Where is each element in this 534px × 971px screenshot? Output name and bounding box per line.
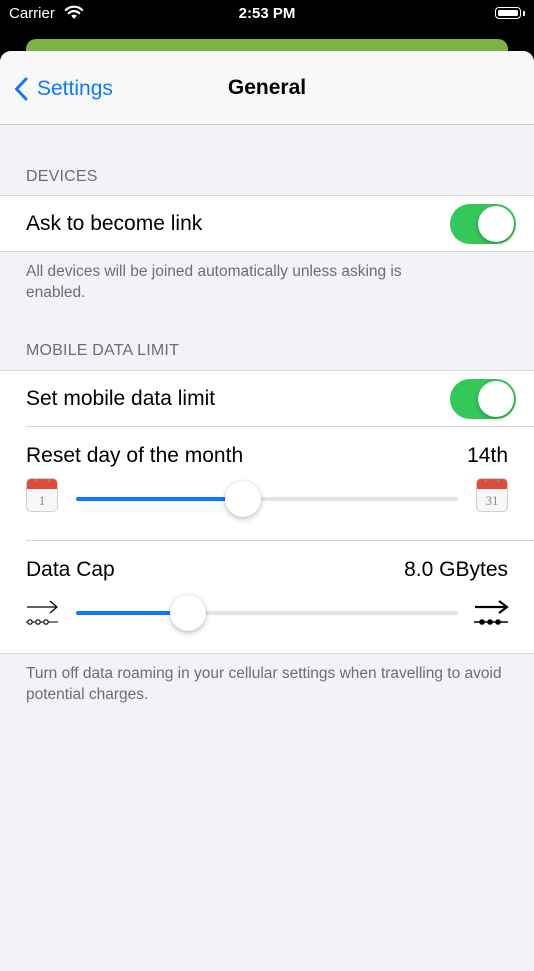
reset-day-row: Reset day of the month 14th 1 31 bbox=[0, 427, 534, 540]
navigation-bar: Settings General bbox=[0, 51, 534, 125]
settings-sheet: Settings General DEVICES Ask to become l… bbox=[0, 51, 534, 971]
mobile-data-footer: Turn off data roaming in your cellular s… bbox=[26, 665, 502, 703]
calendar-end-icon: 31 bbox=[477, 479, 507, 511]
range-min-icon bbox=[26, 600, 58, 625]
reset-day-label: Reset day of the month bbox=[26, 444, 244, 467]
page-title: General bbox=[227, 76, 307, 99]
reset-day-value: 14th bbox=[467, 444, 508, 467]
ask-link-row: Ask to become link bbox=[0, 196, 534, 251]
reset-day-slider-thumb[interactable] bbox=[224, 481, 261, 517]
reset-day-slider-fill bbox=[76, 497, 243, 501]
devices-group: Ask to become link bbox=[0, 195, 534, 252]
data-cap-slider-thumb[interactable] bbox=[169, 595, 206, 631]
clock: 2:53 PM bbox=[238, 5, 296, 22]
reset-day-slider[interactable] bbox=[76, 481, 458, 517]
status-bar: Carrier 2:53 PM bbox=[0, 0, 534, 30]
data-cap-label: Data Cap bbox=[26, 558, 115, 581]
ask-link-label: Ask to become link bbox=[26, 212, 203, 235]
data-cap-row: Data Cap 8.0 GBytes bbox=[0, 541, 534, 653]
set-limit-label: Set mobile data limit bbox=[26, 387, 216, 410]
battery-icon bbox=[495, 7, 521, 19]
mobile-data-section-header: MOBILE DATA LIMIT bbox=[26, 342, 180, 359]
ask-link-toggle[interactable] bbox=[450, 204, 516, 244]
data-cap-value: 8.0 GBytes bbox=[404, 558, 508, 581]
set-limit-row: Set mobile data limit bbox=[0, 371, 534, 426]
range-max-icon bbox=[474, 600, 509, 625]
battery-cap bbox=[523, 11, 525, 16]
calendar-start-icon: 1 bbox=[27, 479, 57, 511]
set-limit-toggle[interactable] bbox=[450, 379, 516, 419]
devices-footer: All devices will be joined automatically… bbox=[26, 263, 402, 301]
data-cap-slider[interactable] bbox=[76, 595, 458, 631]
devices-section-header: DEVICES bbox=[26, 168, 98, 185]
mobile-data-group: Set mobile data limit Reset day of the m… bbox=[0, 370, 534, 654]
